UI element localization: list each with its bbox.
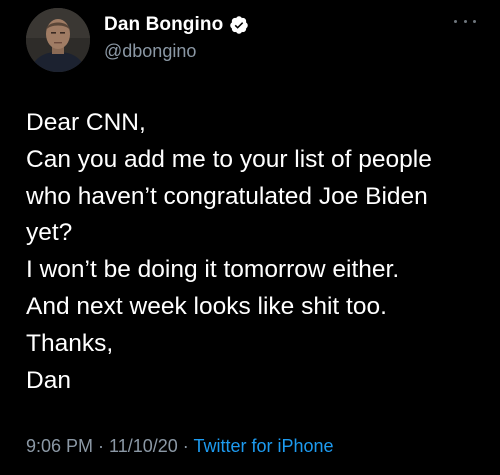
tweet-line: Dear CNN, (26, 109, 146, 136)
tweet-card: Dan Bongino @dbongino Dear CNN, Can you … (0, 0, 500, 475)
author-handle[interactable]: @dbongino (104, 41, 196, 62)
avatar[interactable] (26, 8, 90, 72)
more-dot (454, 19, 457, 23)
tweet-line: And next week looks like shit too. (26, 292, 387, 320)
tweet-text: Dear CNN, Can you add me to your list of… (26, 105, 476, 399)
meta-separator: · (93, 436, 110, 456)
tweet-line: I won’t be doing it tomorrow either. (26, 256, 400, 284)
verified-badge-icon (229, 15, 249, 35)
avatar-photo-icon (26, 8, 90, 72)
meta-separator: · (177, 436, 194, 456)
tweet-metadata: 9:06 PM · 11/10/20 · Twitter for iPhone (26, 436, 334, 457)
tweet-line: Dan (26, 366, 71, 394)
author-display-name[interactable]: Dan Bongino (104, 14, 223, 36)
tweet-line: Can you add me to your list of people (26, 145, 432, 173)
tweet-date[interactable]: 11/10/20 (109, 436, 178, 456)
tweet-source-link[interactable]: Twitter for iPhone (193, 436, 333, 456)
tweet-line: who haven’t congratulated Joe Biden (26, 182, 428, 210)
more-dot (473, 19, 476, 23)
author-name-row[interactable]: Dan Bongino (104, 14, 249, 36)
more-dot (463, 19, 467, 23)
tweet-line: yet? (26, 219, 73, 247)
tweet-line: Thanks, (26, 329, 114, 357)
more-options-icon[interactable] (454, 14, 476, 28)
tweet-time[interactable]: 9:06 PM (26, 436, 93, 456)
